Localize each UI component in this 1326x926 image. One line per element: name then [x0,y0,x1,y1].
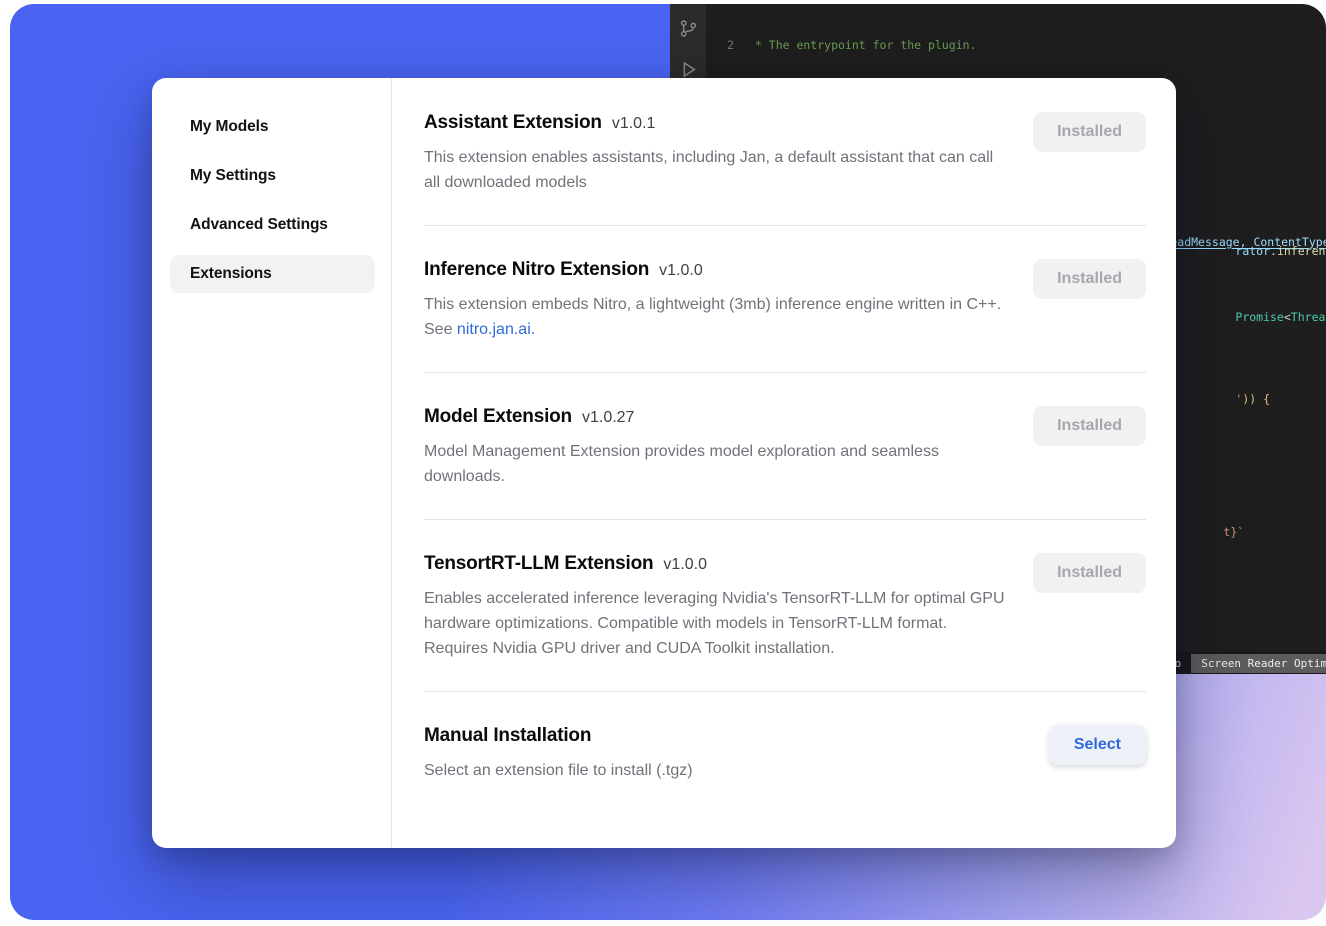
manual-installation-title: Manual Installation [424,725,591,747]
screenshot-canvas: 2 * The entrypoint for the plugin. 3 */ … [0,0,1326,926]
sidebar-item-advanced-settings[interactable]: Advanced Settings [170,206,375,244]
code-fragment: t}` [1168,511,1244,553]
installed-button[interactable]: Installed [1033,112,1146,152]
extension-name: TensortRT-LLM Extension [424,553,653,575]
installed-button[interactable]: Installed [1033,259,1146,299]
screen-reader-optimized-chip: Screen Reader Optimized [1191,654,1326,673]
extension-info: TensortRT-LLM Extension v1.0.0 Enables a… [424,553,1009,661]
manual-installation-description: Select an extension file to install (.tg… [424,758,693,783]
extension-version: v1.0.27 [582,409,634,427]
extension-version: v1.0.0 [659,262,703,280]
sidebar-item-extensions[interactable]: Extensions [170,255,375,293]
extension-name: Inference Nitro Extension [424,259,649,281]
background-art: 2 * The entrypoint for the plugin. 3 */ … [10,4,1326,920]
extension-info: Assistant Extension v1.0.1 This extensio… [424,112,1009,195]
code-fragment: rator.inference(data)); [1180,230,1326,272]
settings-modal: My Models My Settings Advanced Settings … [152,78,1176,848]
installed-button[interactable]: Installed [1033,406,1146,446]
extension-row-assistant: Assistant Extension v1.0.1 This extensio… [424,112,1146,226]
extension-description: Enables accelerated inference leveraging… [424,586,1009,661]
extension-name: Assistant Extension [424,112,602,134]
extension-row-tensorrt: TensortRT-LLM Extension v1.0.0 Enables a… [424,520,1146,692]
extension-row-model: Model Extension v1.0.27 Model Management… [424,373,1146,520]
settings-sidebar: My Models My Settings Advanced Settings … [152,78,392,848]
extension-version: v1.0.1 [612,115,656,133]
code-fragment: Promise<ThreadMessage> [1180,296,1326,338]
sidebar-item-my-models[interactable]: My Models [170,108,375,146]
select-file-button[interactable]: Select [1049,725,1146,765]
nitro-jan-ai-link[interactable]: nitro.jan.ai. [457,321,535,338]
extension-description: This extension enables assistants, inclu… [424,145,1009,195]
run-debug-icon [679,59,698,80]
extension-row-nitro: Inference Nitro Extension v1.0.0 This ex… [424,226,1146,373]
sidebar-item-my-settings[interactable]: My Settings [170,157,375,195]
source-control-icon [679,18,698,39]
extension-description: This extension embeds Nitro, a lightweig… [424,292,1009,342]
extension-version: v1.0.0 [663,556,707,574]
line-number: 2 [706,37,748,53]
extension-info: Inference Nitro Extension v1.0.0 This ex… [424,259,1009,342]
installed-button[interactable]: Installed [1033,553,1146,593]
code-line: 2 * The entrypoint for the plugin. [706,37,1326,53]
extensions-panel: Assistant Extension v1.0.1 This extensio… [392,78,1176,848]
manual-installation-row: Manual Installation Select an extension … [424,692,1146,813]
code-fragment: ')) { [1180,378,1270,420]
extension-name: Model Extension [424,406,572,428]
code-text: * The entrypoint for the plugin. [748,37,976,53]
extension-info: Manual Installation Select an extension … [424,725,693,783]
extension-description: Model Management Extension provides mode… [424,439,1009,489]
extension-info: Model Extension v1.0.27 Model Management… [424,406,1009,489]
